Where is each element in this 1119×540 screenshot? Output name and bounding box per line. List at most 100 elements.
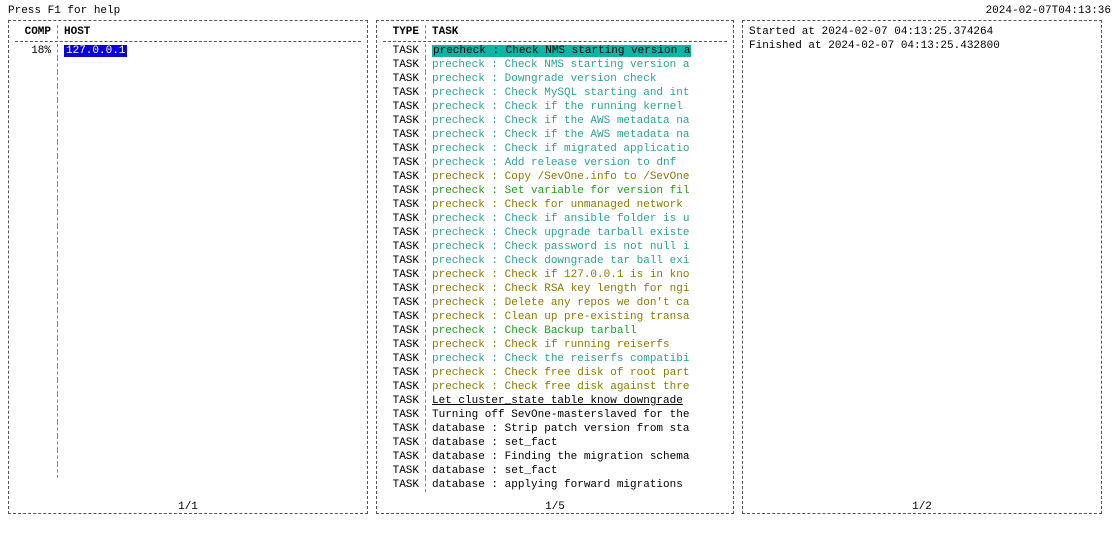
- host-row[interactable]: 18%127.0.0.1: [15, 44, 361, 58]
- task-row[interactable]: TASKdatabase : set_fact: [383, 436, 727, 450]
- task-row[interactable]: TASKprecheck : Check if migrated applica…: [383, 142, 727, 156]
- task-type: TASK: [383, 268, 425, 282]
- task-type: TASK: [383, 142, 425, 156]
- task-row[interactable]: TASKprecheck : Check if ansible folder i…: [383, 212, 727, 226]
- task-type: TASK: [383, 338, 425, 352]
- task-text: precheck : Check free disk of root part: [425, 366, 727, 380]
- task-type: TASK: [383, 100, 425, 114]
- hosts-panel[interactable]: COMP HOST 18%127.0.0.1 1/1: [8, 20, 368, 514]
- task-text: precheck : Check NMS starting version a: [425, 58, 727, 72]
- task-text: precheck : Check MySQL starting and int: [425, 86, 727, 100]
- task-text: precheck : Check if migrated applicatio: [425, 142, 727, 156]
- task-row[interactable]: TASKprecheck : Check if running reiserfs: [383, 338, 727, 352]
- task-text: precheck : Check if 127.0.0.1 is in kno: [425, 268, 727, 282]
- task-type: TASK: [383, 352, 425, 366]
- help-hint: Press F1 for help: [8, 4, 120, 18]
- task-row[interactable]: TASKprecheck : Check if the AWS metadata…: [383, 114, 727, 128]
- task-row[interactable]: TASKdatabase : Strip patch version from …: [383, 422, 727, 436]
- task-row[interactable]: TASKprecheck : Check upgrade tarball exi…: [383, 226, 727, 240]
- task-type: TASK: [383, 282, 425, 296]
- task-text: precheck : Add release version to dnf: [425, 156, 727, 170]
- task-row[interactable]: TASKprecheck : Check password is not nul…: [383, 240, 727, 254]
- task-type: TASK: [383, 226, 425, 240]
- task-row[interactable]: TASKprecheck : Check if the running kern…: [383, 100, 727, 114]
- task-row[interactable]: TASKdatabase : applying forward migratio…: [383, 478, 727, 492]
- task-row[interactable]: TASKprecheck : Copy /SevOne.info to /Sev…: [383, 170, 727, 184]
- task-text: database : Finding the migration schema: [425, 450, 727, 464]
- task-row[interactable]: TASKprecheck : Set variable for version …: [383, 184, 727, 198]
- task-type: TASK: [383, 254, 425, 268]
- task-type: TASK: [383, 422, 425, 436]
- task-text: precheck : Check Backup tarball: [425, 324, 727, 338]
- task-text: database : Strip patch version from sta: [425, 422, 727, 436]
- col-header-type: TYPE: [383, 25, 425, 39]
- task-text: precheck : Check if the running kernel: [425, 100, 727, 114]
- detail-line: Finished at 2024-02-07 04:13:25.432800: [749, 39, 1095, 53]
- task-type: TASK: [383, 296, 425, 310]
- col-header-host: HOST: [57, 25, 361, 39]
- task-type: TASK: [383, 366, 425, 380]
- task-text: precheck : Check downgrade tar ball exi: [425, 254, 727, 268]
- task-row[interactable]: TASKprecheck : Clean up pre-existing tra…: [383, 310, 727, 324]
- task-type: TASK: [383, 198, 425, 212]
- tasks-panel[interactable]: TYPE TASK TASKprecheck : Check NMS start…: [376, 20, 734, 514]
- task-row[interactable]: TASKprecheck : Add release version to dn…: [383, 156, 727, 170]
- task-row[interactable]: TASKprecheck : Downgrade version check: [383, 72, 727, 86]
- task-row[interactable]: TASKprecheck : Check if the AWS metadata…: [383, 128, 727, 142]
- task-row[interactable]: TASKprecheck : Check free disk against t…: [383, 380, 727, 394]
- task-row[interactable]: TASKprecheck : Check NMS starting versio…: [383, 44, 727, 58]
- detail-panel[interactable]: Started at 2024-02-07 04:13:25.374264Fin…: [742, 20, 1102, 514]
- task-row[interactable]: TASKprecheck : Check MySQL starting and …: [383, 86, 727, 100]
- task-row[interactable]: TASKprecheck : Delete any repos we don't…: [383, 296, 727, 310]
- task-type: TASK: [383, 58, 425, 72]
- task-row[interactable]: TASKdatabase : set_fact: [383, 464, 727, 478]
- task-type: TASK: [383, 408, 425, 422]
- task-type: TASK: [383, 212, 425, 226]
- hosts-pager: 1/1: [176, 500, 200, 514]
- task-type: TASK: [383, 436, 425, 450]
- task-text: precheck : Check if the AWS metadata na: [425, 114, 727, 128]
- task-text: precheck : Copy /SevOne.info to /SevOne: [425, 170, 727, 184]
- task-row[interactable]: TASKprecheck : Check Backup tarball: [383, 324, 727, 338]
- task-type: TASK: [383, 44, 425, 58]
- task-text: precheck : Check the reiserfs compatibi: [425, 352, 727, 366]
- task-type: TASK: [383, 170, 425, 184]
- task-text: precheck : Set variable for version fil: [425, 184, 727, 198]
- task-text: precheck : Check password is not null i: [425, 240, 727, 254]
- task-row[interactable]: TASKprecheck : Check the reiserfs compat…: [383, 352, 727, 366]
- task-type: TASK: [383, 114, 425, 128]
- task-row[interactable]: TASKprecheck : Check for unmanaged netwo…: [383, 198, 727, 212]
- task-type: TASK: [383, 128, 425, 142]
- col-header-comp: COMP: [15, 25, 57, 39]
- task-text: precheck : Check for unmanaged network: [425, 198, 727, 212]
- host-name: 127.0.0.1: [57, 44, 361, 58]
- task-type: TASK: [383, 184, 425, 198]
- task-type: TASK: [383, 394, 425, 408]
- task-text: precheck : Delete any repos we don't ca: [425, 296, 727, 310]
- task-text: precheck : Clean up pre-existing transa: [425, 310, 727, 324]
- task-row[interactable]: TASKprecheck : Check NMS starting versio…: [383, 58, 727, 72]
- task-text: Let cluster_state table know downgrade: [425, 394, 727, 408]
- task-type: TASK: [383, 240, 425, 254]
- task-text: database : set_fact: [425, 436, 727, 450]
- task-row[interactable]: TASKprecheck : Check RSA key length for …: [383, 282, 727, 296]
- task-type: TASK: [383, 86, 425, 100]
- task-row[interactable]: TASKprecheck : Check if 127.0.0.1 is in …: [383, 268, 727, 282]
- task-text: precheck : Check if the AWS metadata na: [425, 128, 727, 142]
- detail-pager: 1/2: [910, 500, 934, 514]
- task-type: TASK: [383, 478, 425, 492]
- col-header-task: TASK: [425, 25, 727, 39]
- task-type: TASK: [383, 324, 425, 338]
- task-row[interactable]: TASKdatabase : Finding the migration sch…: [383, 450, 727, 464]
- task-row[interactable]: TASKprecheck : Check free disk of root p…: [383, 366, 727, 380]
- task-row[interactable]: TASKLet cluster_state table know downgra…: [383, 394, 727, 408]
- task-type: TASK: [383, 464, 425, 478]
- task-text: database : set_fact: [425, 464, 727, 478]
- task-text: precheck : Check upgrade tarball existe: [425, 226, 727, 240]
- detail-line: Started at 2024-02-07 04:13:25.374264: [749, 25, 1095, 39]
- task-row[interactable]: TASKprecheck : Check downgrade tar ball …: [383, 254, 727, 268]
- tasks-pager: 1/5: [543, 500, 567, 514]
- task-row[interactable]: TASKTurning off SevOne-masterslaved for …: [383, 408, 727, 422]
- task-type: TASK: [383, 450, 425, 464]
- task-type: TASK: [383, 310, 425, 324]
